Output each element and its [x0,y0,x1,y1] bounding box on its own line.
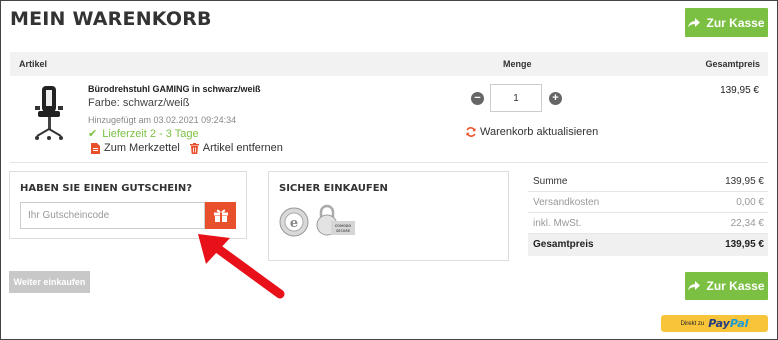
order-summary: Summe 139,95 € Versandkosten 0,00 € inkl… [528,171,768,256]
quantity-increase-button[interactable]: + [549,92,562,105]
redeem-voucher-button[interactable] [205,202,236,229]
update-cart-label: Warenkorb aktualisieren [480,126,599,138]
page-frame [0,0,778,340]
summary-row-subtotal: Summe 139,95 € [528,171,768,192]
quantity-input[interactable] [490,84,542,112]
remove-item-link[interactable]: Artikel entfernen [189,142,283,154]
delivery-status: ✔ Lieferzeit 2 - 3 Tage [88,127,199,141]
summary-row-total: Gesamtpreis 139,95 € [528,234,768,256]
voucher-box: HABEN SIE EINEN GUTSCHEIN? [9,171,247,239]
annotation-arrow-icon [198,234,285,299]
page-title: MEIN WARENKORB [10,8,212,30]
check-icon: ✔ [88,128,98,140]
paypal-express-button[interactable]: Direkt zu PayPal [661,315,768,332]
wishlist-label: Zum Merkzettel [104,142,180,154]
document-icon [91,142,100,154]
voucher-code-input[interactable] [20,202,205,229]
continue-shopping-button[interactable]: Weiter einkaufen [9,271,90,293]
col-total-header: Gesamtpreis [705,59,760,69]
product-added-date: Hinzugefügt am 03.02.2021 09:24:34 [88,115,237,125]
share-arrow-icon [688,281,701,291]
secure-title: SICHER EINKAUFEN [279,183,388,194]
item-actions: Zum Merkzettel Artikel entfernen [91,142,283,154]
summary-row-tax: inkl. MwSt. 22,34 € [528,213,768,234]
svg-text:e: e [290,216,298,231]
summary-value: 0,00 € [736,197,764,208]
quantity-decrease-button[interactable]: − [471,92,484,105]
comodo-secure-seal-icon: COMODO SECURE [316,204,355,236]
seal-label: COMODO [335,224,352,228]
svg-text:SECURE: SECURE [336,229,350,233]
refresh-icon [466,127,476,137]
checkout-button-top[interactable]: Zur Kasse [685,8,768,37]
product-color: Farbe: schwarz/weiß [88,97,190,109]
share-arrow-icon [688,17,701,27]
update-cart-link[interactable]: Warenkorb aktualisieren [466,126,598,138]
product-image[interactable] [33,84,69,144]
item-total-price: 139,95 € [720,85,759,96]
col-article-header: Artikel [19,59,48,69]
checkout-button-label: Zur Kasse [706,279,765,293]
summary-label: Versandkosten [533,197,600,208]
paypal-prefix: Direkt zu [680,320,705,327]
remove-item-label: Artikel entfernen [202,142,283,154]
summary-value: 22,34 € [730,218,764,229]
divider [10,162,768,163]
checkout-button-label: Zur Kasse [706,15,765,30]
col-quantity-header: Menge [503,59,532,69]
summary-label: Gesamtpreis [533,239,594,250]
summary-value: 139,95 € [725,239,764,250]
wishlist-link[interactable]: Zum Merkzettel [91,142,180,154]
summary-label: Summe [533,176,568,187]
voucher-title: HABEN SIE EINEN GUTSCHEIN? [20,183,193,194]
summary-value: 139,95 € [725,176,764,187]
secure-shopping-box: SICHER EINKAUFEN e COMODO SECURE [268,171,509,261]
gift-icon [213,209,228,222]
trash-icon [189,142,199,154]
summary-label: inkl. MwSt. [533,218,582,229]
product-name[interactable]: Bürodrehstuhl GAMING in schwarz/weiß [88,84,261,94]
delivery-time: Lieferzeit 2 - 3 Tage [102,127,199,140]
paypal-logo: PayPal [708,317,749,330]
cart-table-header: Artikel Menge Gesamtpreis [10,52,768,76]
summary-row-shipping: Versandkosten 0,00 € [528,192,768,213]
checkout-button-bottom[interactable]: Zur Kasse [685,272,768,300]
